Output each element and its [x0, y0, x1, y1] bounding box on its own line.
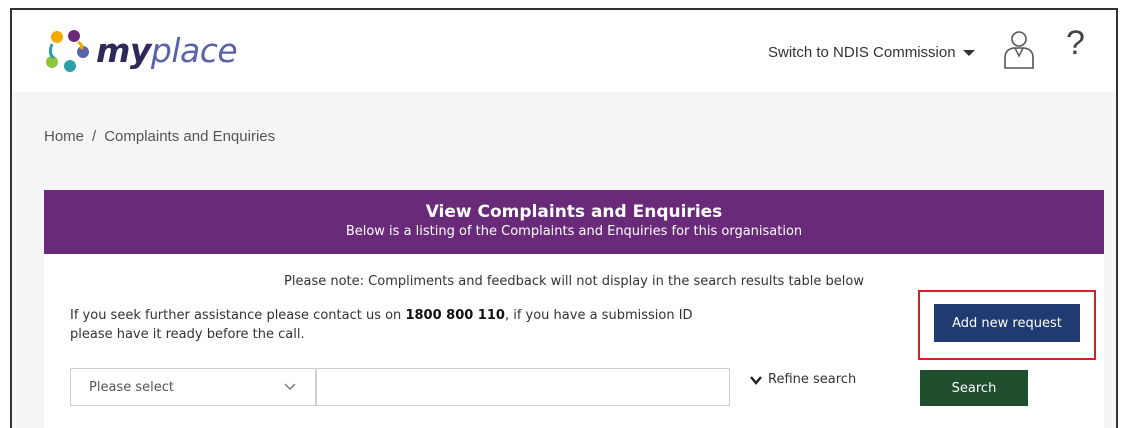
search-input[interactable] [316, 368, 730, 406]
assist-line2: please have it ready before the call. [70, 327, 305, 342]
panel-subtitle: Below is a listing of the Complaints and… [345, 224, 803, 239]
help-icon[interactable]: ? [1066, 24, 1085, 63]
select-value: Please select [89, 379, 174, 395]
highlight-frame: Add new request [918, 290, 1096, 360]
app-window: myplace Switch to NDIS Commission ? Home… [10, 8, 1118, 428]
myplace-logo-icon [46, 30, 89, 72]
breadcrumb-separator: / [92, 128, 97, 145]
logo-text: myplace [96, 30, 238, 70]
breadcrumb-current: Complaints and Enquiries [104, 128, 276, 145]
chevron-down-icon [284, 383, 296, 390]
switch-organisation-dropdown[interactable]: Switch to NDIS Commission [768, 44, 975, 61]
breadcrumb-home-link[interactable]: Home [44, 128, 84, 145]
switch-label: Switch to NDIS Commission [768, 44, 956, 61]
panel-title: View Complaints and Enquiries [425, 202, 723, 222]
refine-search-toggle[interactable]: Refine search [750, 372, 856, 387]
logo-place-text: place [150, 30, 238, 70]
panel-header: View Complaints and Enquiries Below is a… [44, 190, 1104, 254]
caret-down-icon [962, 49, 975, 56]
assist-prefix: If you seek further assistance please co… [70, 308, 406, 323]
search-type-select[interactable]: Please select [70, 368, 316, 406]
chevron-down-icon [750, 375, 762, 385]
user-icon[interactable] [1002, 30, 1036, 70]
complaints-panel: View Complaints and Enquiries Below is a… [44, 190, 1104, 428]
results-note: Please note: Compliments and feedback wi… [284, 274, 864, 289]
assistance-text: If you seek further assistance please co… [70, 306, 770, 344]
refine-search-label: Refine search [768, 372, 857, 387]
assist-phone: 1800 800 110 [405, 308, 505, 323]
add-new-request-button[interactable]: Add new request [934, 304, 1080, 342]
search-button[interactable]: Search [920, 370, 1028, 406]
top-header: myplace Switch to NDIS Commission ? [12, 10, 1116, 92]
logo-my-text: my [96, 30, 151, 70]
assist-suffix: , if you have a submission ID [504, 308, 693, 323]
breadcrumb: Home / Complaints and Enquiries [44, 128, 275, 145]
myplace-logo[interactable]: myplace [40, 24, 238, 76]
